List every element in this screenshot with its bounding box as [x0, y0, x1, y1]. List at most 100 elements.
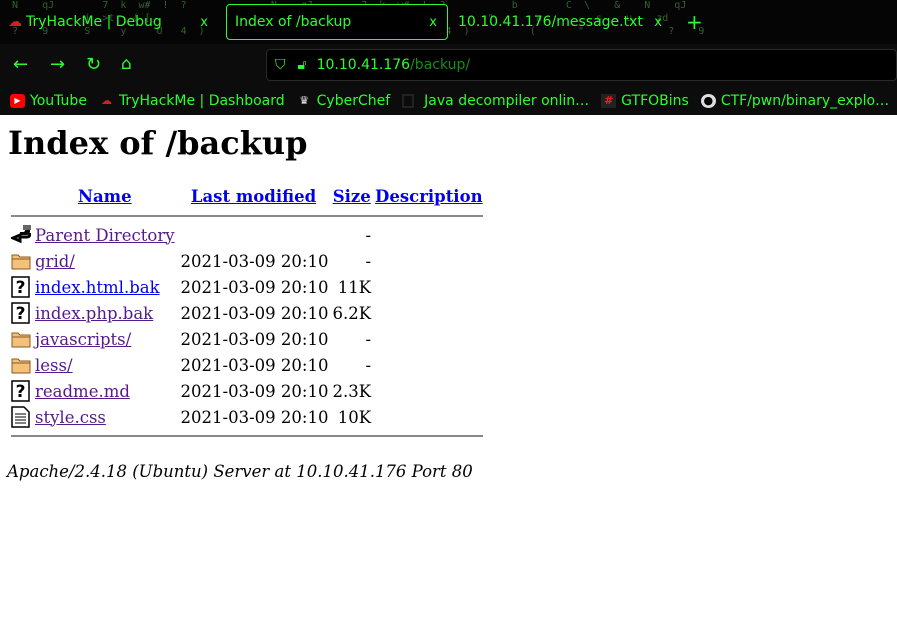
size-cell: - [365, 251, 372, 271]
last-modified-cell: 2021-03-09 20:10 [180, 329, 329, 349]
bookmarks-bar: ▶ YouTube ☁ TryHackMe | Dashboard ♛ CyberCh… [0, 86, 897, 115]
bookmark-ctf-pwn[interactable]: ● CTF/pwn/binary_explo… [700, 92, 890, 109]
url-host: 10.10.41.176 [316, 57, 411, 73]
close-tab-icon[interactable]: x [429, 15, 437, 30]
file-link[interactable]: index.html.bak [35, 278, 160, 297]
size-cell: - [365, 329, 372, 349]
header-last-modified[interactable]: Last modified [178, 183, 330, 209]
table-row: grid/ 2021-03-09 20:10 - [10, 249, 484, 273]
description-cell [374, 223, 484, 247]
header-name[interactable]: Name [34, 183, 176, 209]
file-link[interactable]: javascripts/ [35, 330, 131, 349]
last-modified-cell: 2021-03-09 20:10 [180, 303, 329, 323]
bookmark-label: TryHackMe | Dashboard [118, 92, 285, 109]
reload-icon[interactable]: ↻ [86, 54, 101, 75]
file-link[interactable]: Parent Directory [35, 226, 175, 245]
java-icon [402, 93, 415, 108]
url-bar[interactable]: ⛉ 🔓︎ 10.10.41.176/backup/ [266, 49, 897, 81]
tab-label: Index of /backup [235, 14, 352, 30]
file-name-cell: index.html.bak [34, 275, 176, 299]
description-cell [374, 275, 484, 299]
divider [10, 211, 484, 221]
svg-text:?: ? [16, 278, 26, 298]
directory-listing: Name Last modified Size Description Pare… [8, 181, 486, 443]
unknown-file-icon: ? [10, 275, 32, 299]
github-icon: ● [700, 93, 716, 108]
home-icon[interactable]: ⌂ [121, 54, 132, 74]
bookmark-label: YouTube [30, 92, 87, 109]
description-cell [374, 249, 484, 273]
bookmark-label: GTFOBins [621, 92, 689, 109]
tab-bar: N qJ 7 k w# ! ? N qJ 7 k w# ! ? b C \ & … [0, 0, 897, 44]
last-modified-cell: 2021-03-09 20:10 [180, 407, 329, 427]
youtube-icon: ▶ [10, 93, 25, 108]
url-path: /backup/ [410, 57, 471, 73]
table-row: Parent Directory - [10, 223, 484, 247]
sort-by-description-link[interactable]: Description [375, 187, 483, 206]
table-row: style.css 2021-03-09 20:10 10K [10, 405, 484, 429]
header-size[interactable]: Size [331, 183, 372, 209]
bookmark-label: CTF/pwn/binary_explo… [720, 92, 890, 109]
table-row: ? readme.md 2021-03-09 20:10 2.3K [10, 379, 484, 403]
close-tab-icon[interactable]: x [200, 15, 208, 30]
insecure-lock-icon[interactable]: 🔓︎ [298, 57, 307, 73]
table-row: ? index.php.bak 2021-03-09 20:10 6.2K [10, 301, 484, 325]
table-row: less/ 2021-03-09 20:10 - [10, 353, 484, 377]
unknown-file-icon: ? [10, 301, 32, 325]
description-cell [374, 301, 484, 325]
cyberchef-icon: ♛ [299, 93, 310, 107]
hash-icon: # [601, 93, 617, 108]
file-link[interactable]: less/ [35, 356, 73, 375]
sort-by-name-link[interactable]: Name [78, 187, 132, 206]
file-name-cell: less/ [34, 353, 176, 377]
tab-message-txt[interactable]: 10.10.41.176/message.txt x [458, 4, 672, 40]
size-cell: 6.2K [332, 303, 372, 323]
folder-icon [10, 249, 32, 273]
folder-icon [10, 353, 32, 377]
text-file-icon [10, 405, 32, 429]
svg-text:?: ? [16, 382, 26, 402]
shield-icon[interactable]: ⛉ [275, 57, 286, 73]
header-description[interactable]: Description [374, 183, 484, 209]
file-link[interactable]: index.php.bak [35, 304, 153, 323]
bookmark-youtube[interactable]: ▶ YouTube [10, 93, 87, 109]
sort-by-size-link[interactable]: Size [333, 187, 371, 206]
tryhackme-icon: ☁ [100, 93, 112, 107]
back-arrow-icon[interactable]: ← [13, 54, 28, 75]
sort-by-modified-link[interactable]: Last modified [191, 187, 316, 206]
bookmark-tryhackme-dashboard[interactable]: ☁ TryHackMe | Dashboard [99, 93, 285, 109]
file-name-cell: javascripts/ [34, 327, 176, 351]
unknown-file-icon: ? [10, 379, 32, 403]
bookmark-gtfobins[interactable]: # GTFOBins [601, 93, 689, 109]
last-modified-cell [178, 223, 330, 247]
folder-icon [10, 327, 32, 351]
tab-label: TryHackMe | Debug [26, 14, 162, 30]
last-modified-cell: 2021-03-09 20:10 [180, 251, 329, 271]
file-link[interactable]: grid/ [35, 252, 75, 271]
page-title: Index of /backup [8, 124, 308, 162]
svg-text:?: ? [16, 304, 26, 324]
bookmark-java-decompiler[interactable]: Java decompiler onlin… [402, 93, 589, 109]
tryhackme-icon: ☁ [8, 14, 22, 30]
file-name-cell: Parent Directory [34, 223, 176, 247]
tab-label: 10.10.41.176/message.txt [458, 14, 643, 30]
size-cell: 11K [337, 277, 372, 297]
description-cell [374, 327, 484, 351]
tab-tryhackme-debug[interactable]: ☁ TryHackMe | Debug x [8, 4, 218, 40]
forward-arrow-icon[interactable]: → [50, 54, 65, 75]
bookmark-cyberchef[interactable]: ♛ CyberChef [297, 92, 391, 109]
file-link[interactable]: readme.md [35, 382, 130, 401]
server-signature: Apache/2.4.18 (Ubuntu) Server at 10.10.4… [7, 462, 473, 481]
description-cell [374, 379, 484, 403]
browser-chrome: N qJ 7 k w# ! ? N qJ 7 k w# ! ? b C \ & … [0, 0, 897, 115]
tab-index-of-backup[interactable]: Index of /backup x [226, 4, 448, 40]
last-modified-cell: 2021-03-09 20:10 [180, 381, 329, 401]
bookmark-label: CyberChef [316, 92, 391, 109]
file-link[interactable]: style.css [35, 408, 106, 427]
close-tab-icon[interactable]: x [654, 15, 662, 30]
size-cell: - [365, 225, 372, 245]
nav-bar: ← → ↻ ⌂ ⛉ 🔓︎ 10.10.41.176/backup/ [0, 44, 897, 86]
new-tab-button[interactable]: + [686, 4, 703, 40]
back-arrow-icon [10, 223, 32, 247]
size-cell: - [365, 355, 372, 375]
